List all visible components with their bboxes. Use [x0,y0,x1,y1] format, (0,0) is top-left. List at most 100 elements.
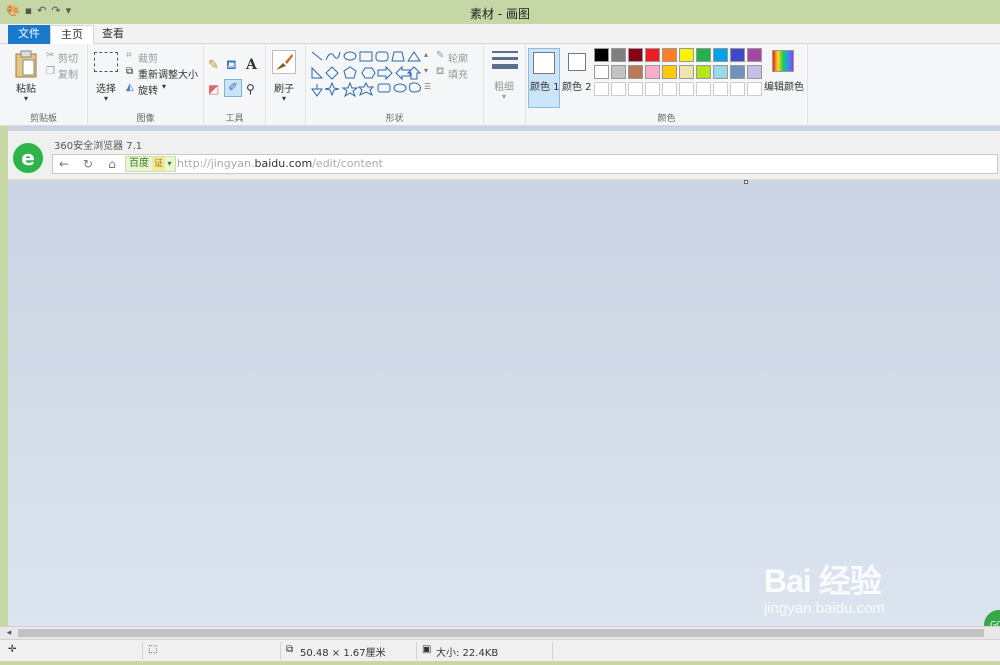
shapes-expand-icon[interactable]: ☰ [424,82,431,91]
color-swatch[interactable] [611,65,626,79]
color2-swatch[interactable] [568,53,586,71]
scroll-left-arrow-icon[interactable]: ◂ [2,627,16,639]
paste-dropdown-icon[interactable]: ▾ [24,94,28,103]
color-swatch[interactable] [628,48,643,62]
resize-button[interactable]: 重新调整大小 [138,66,198,81]
color-swatch[interactable] [696,65,711,79]
size-dropdown-icon[interactable]: ▾ [502,92,506,101]
home-icon: ⌂ [108,157,116,171]
copy-button[interactable]: 复制 [58,66,78,81]
pencil-icon[interactable]: ✎ [208,58,219,73]
shapes-gallery-icon[interactable] [310,50,422,98]
tab-view[interactable]: 查看 [92,25,134,44]
ribbon-tabs: 文件 主页 查看 [0,24,1000,44]
outline-button[interactable]: 轮廓 [448,50,468,65]
status-divider [552,642,553,660]
color-swatch[interactable] [594,65,609,79]
scrollbar-thumb[interactable] [18,629,984,637]
pasted-browser-image[interactable]: e 360安全浏览器 7.1 ← ↻ ⌂ 百度证 ▾ http://jingya… [8,131,1000,181]
custom-color-swatch[interactable] [730,82,745,96]
window-left-border [0,126,8,626]
color-swatch[interactable] [645,65,660,79]
color-swatch[interactable] [713,48,728,62]
magnifier-icon[interactable]: ⚲ [246,82,255,96]
shapes-group: ▴ ▾ ☰ ✎ 轮廓 ⛾ 填充 形状 [306,44,484,126]
edit-colors-button[interactable]: 编辑颜色 [764,78,804,93]
color-swatch[interactable] [696,48,711,62]
select-button[interactable]: 选择 [96,80,116,95]
text-tool-icon[interactable]: A [246,57,257,73]
custom-color-swatch[interactable] [645,82,660,96]
rotate-dropdown-icon[interactable]: ▾ [162,82,166,91]
disk-icon: ▣ [422,644,432,655]
custom-color-swatch[interactable] [747,82,762,96]
select-icon[interactable] [94,52,118,72]
color-swatch[interactable] [730,48,745,62]
color-swatch[interactable] [747,48,762,62]
resize-handle[interactable] [744,180,748,184]
size-group: 粗细 ▾ [484,44,526,126]
shapes-scroll-up-icon[interactable]: ▴ [424,50,428,59]
color-swatch[interactable] [730,65,745,79]
color-swatch[interactable] [594,48,609,62]
rotate-button[interactable]: 旋转 [138,82,158,97]
custom-color-swatch[interactable] [662,82,677,96]
color-swatch[interactable] [628,65,643,79]
outline-icon: ✎ [436,50,445,61]
cert-badge: 证 [152,157,166,171]
browser-address-bar: ← ↻ ⌂ 百度证 ▾ http://jingyan.baidu.com/edi… [52,154,998,174]
tab-file[interactable]: 文件 [8,25,50,44]
color-swatch[interactable] [611,48,626,62]
canvas-workspace[interactable] [8,126,1000,626]
fill-bucket-icon[interactable]: ⛾ [226,58,237,75]
color2-label[interactable]: 颜色 2 [562,78,592,93]
rotate-icon: ◭ [126,82,134,93]
color-swatch[interactable] [713,65,728,79]
cut-button[interactable]: 剪切 [58,50,78,65]
file-size: 大小: 22.4KB [436,648,499,659]
window-title: 素材 - 画图 [470,7,530,21]
color-swatch[interactable] [645,48,660,62]
color-swatch[interactable] [662,65,677,79]
paste-button[interactable]: 粘贴 [16,80,36,95]
edit-colors-icon[interactable] [772,50,794,72]
horizontal-scrollbar[interactable]: ◂ [0,626,1000,639]
shapes-scroll-down-icon[interactable]: ▾ [424,66,428,75]
color1-label: 颜色 1 [530,82,560,93]
custom-color-swatch[interactable] [713,82,728,96]
brush-icon[interactable] [272,50,296,74]
color-picker-icon[interactable]: ✐ [224,79,242,97]
fill-button[interactable]: 填充 [448,66,468,81]
eraser-icon[interactable]: ◩ [208,82,219,96]
custom-color-swatch[interactable] [594,82,609,96]
paste-icon[interactable] [14,50,38,78]
crop-button[interactable]: 裁剪 [138,50,158,65]
crop-icon: ⌗ [126,50,132,61]
color-swatch[interactable] [679,65,694,79]
tab-home[interactable]: 主页 [50,25,94,44]
size-lines-icon[interactable] [492,50,518,72]
colors-group: 颜色 1 颜色 2 编辑颜色 颜色 [526,44,808,126]
status-divider [416,642,417,660]
resize-icon: ⧉ [126,66,134,77]
brushes-button[interactable]: 刷子 [274,80,294,95]
custom-color-swatch[interactable] [696,82,711,96]
shapes-group-label: 形状 [385,114,404,124]
custom-color-swatch[interactable] [628,82,643,96]
size-button[interactable]: 粗细 [494,78,514,93]
image-dimensions: 50.48 × 1.67厘米 [300,648,386,659]
custom-color-swatch[interactable] [679,82,694,96]
image-size-icon: ⧉ [286,644,294,655]
color-swatch[interactable] [662,48,677,62]
color-swatch[interactable] [747,65,762,79]
custom-color-swatch[interactable] [611,82,626,96]
status-divider [142,642,143,660]
back-arrow-icon: ← [58,157,70,171]
select-dropdown-icon[interactable]: ▾ [104,94,108,103]
image-group: 选择 ▾ ⌗ 裁剪 ⧉ 重新调整大小 ◭ 旋转 ▾ 图像 [88,44,204,126]
color-swatch[interactable] [679,48,694,62]
url-path: /edit/content [312,157,383,170]
baidu-label: 百度 [129,158,149,169]
brushes-dropdown-icon[interactable]: ▾ [282,94,286,103]
url-text: http://jingyan.baidu.com/edit/content [177,157,383,170]
